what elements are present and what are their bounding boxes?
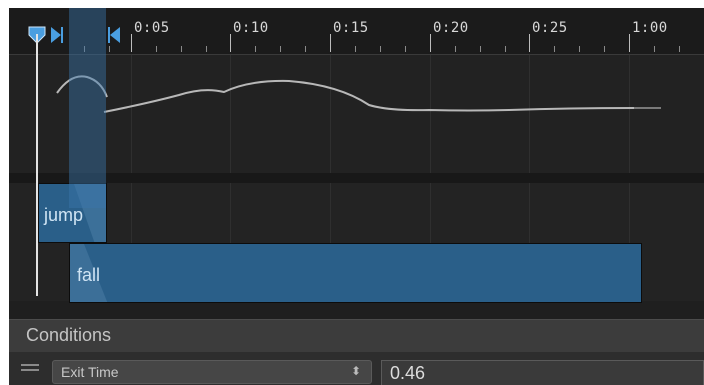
- ruler-minor-tick: [380, 46, 381, 52]
- condition-value: 0.46: [390, 363, 426, 383]
- ruler-minor-tick: [679, 46, 680, 52]
- clip-label: jump: [44, 205, 84, 225]
- pivot-curve: [56, 75, 661, 113]
- ruler-minor-tick: [206, 46, 207, 52]
- ruler-minor-tick: [455, 46, 456, 52]
- ruler-label: 0:25: [532, 20, 568, 36]
- ruler-label: 0:10: [233, 20, 269, 36]
- condition-value-field[interactable]: 0.46: [381, 360, 704, 385]
- playhead[interactable]: [36, 34, 38, 296]
- condition-parameter-label: Exit Time: [61, 364, 119, 380]
- ruler-minor-tick: [405, 46, 406, 52]
- ruler-minor-tick: [554, 46, 555, 52]
- transition-timeline-panel: 0:05 0:10 0:15 0:20 0:25 1:00 jump fall …: [9, 8, 704, 385]
- drag-handle-icon[interactable]: [21, 364, 39, 373]
- condition-row: Exit Time ⬍ 0.46: [9, 352, 704, 385]
- ruler-minor-tick: [156, 46, 157, 52]
- ruler-minor-tick: [305, 46, 306, 52]
- ruler-major-tick: [529, 34, 530, 52]
- ruler-major-tick: [131, 34, 132, 52]
- curve-area: [9, 55, 704, 173]
- ruler-minor-tick: [181, 46, 182, 52]
- ruler-minor-tick: [654, 46, 655, 52]
- clips-area: jump fall: [9, 183, 704, 303]
- dropdown-arrows-icon: ⬍: [350, 364, 361, 378]
- ruler-minor-tick: [280, 46, 281, 52]
- condition-parameter-dropdown[interactable]: Exit Time ⬍: [52, 360, 372, 384]
- ruler-major-tick: [230, 34, 231, 52]
- ruler-major-tick: [430, 34, 431, 52]
- ruler-label: 1:00: [632, 20, 668, 36]
- ruler-minor-tick: [604, 46, 605, 52]
- time-ruler[interactable]: 0:05 0:10 0:15 0:20 0:25 1:00: [9, 8, 704, 55]
- ruler-minor-tick: [355, 46, 356, 52]
- transition-start-icon[interactable]: [50, 26, 64, 44]
- ruler-minor-tick: [109, 46, 110, 52]
- section-divider: [9, 173, 704, 183]
- conditions-title: Conditions: [26, 325, 112, 345]
- ruler-minor-tick: [579, 46, 580, 52]
- transition-duration-highlight[interactable]: [69, 8, 106, 208]
- ruler-major-tick: [629, 34, 630, 52]
- ruler-major-tick: [330, 34, 331, 52]
- ruler-label: 0:20: [433, 20, 469, 36]
- ruler-label: 0:15: [333, 20, 369, 36]
- ruler-minor-tick: [480, 46, 481, 52]
- clip-fall[interactable]: fall: [69, 243, 642, 303]
- ruler-label: 0:05: [134, 20, 170, 36]
- transition-end-icon[interactable]: [107, 26, 121, 44]
- ruler-minor-tick: [505, 46, 506, 52]
- clip-label: fall: [77, 265, 101, 285]
- conditions-header: Conditions: [9, 319, 704, 353]
- ruler-minor-tick: [255, 46, 256, 52]
